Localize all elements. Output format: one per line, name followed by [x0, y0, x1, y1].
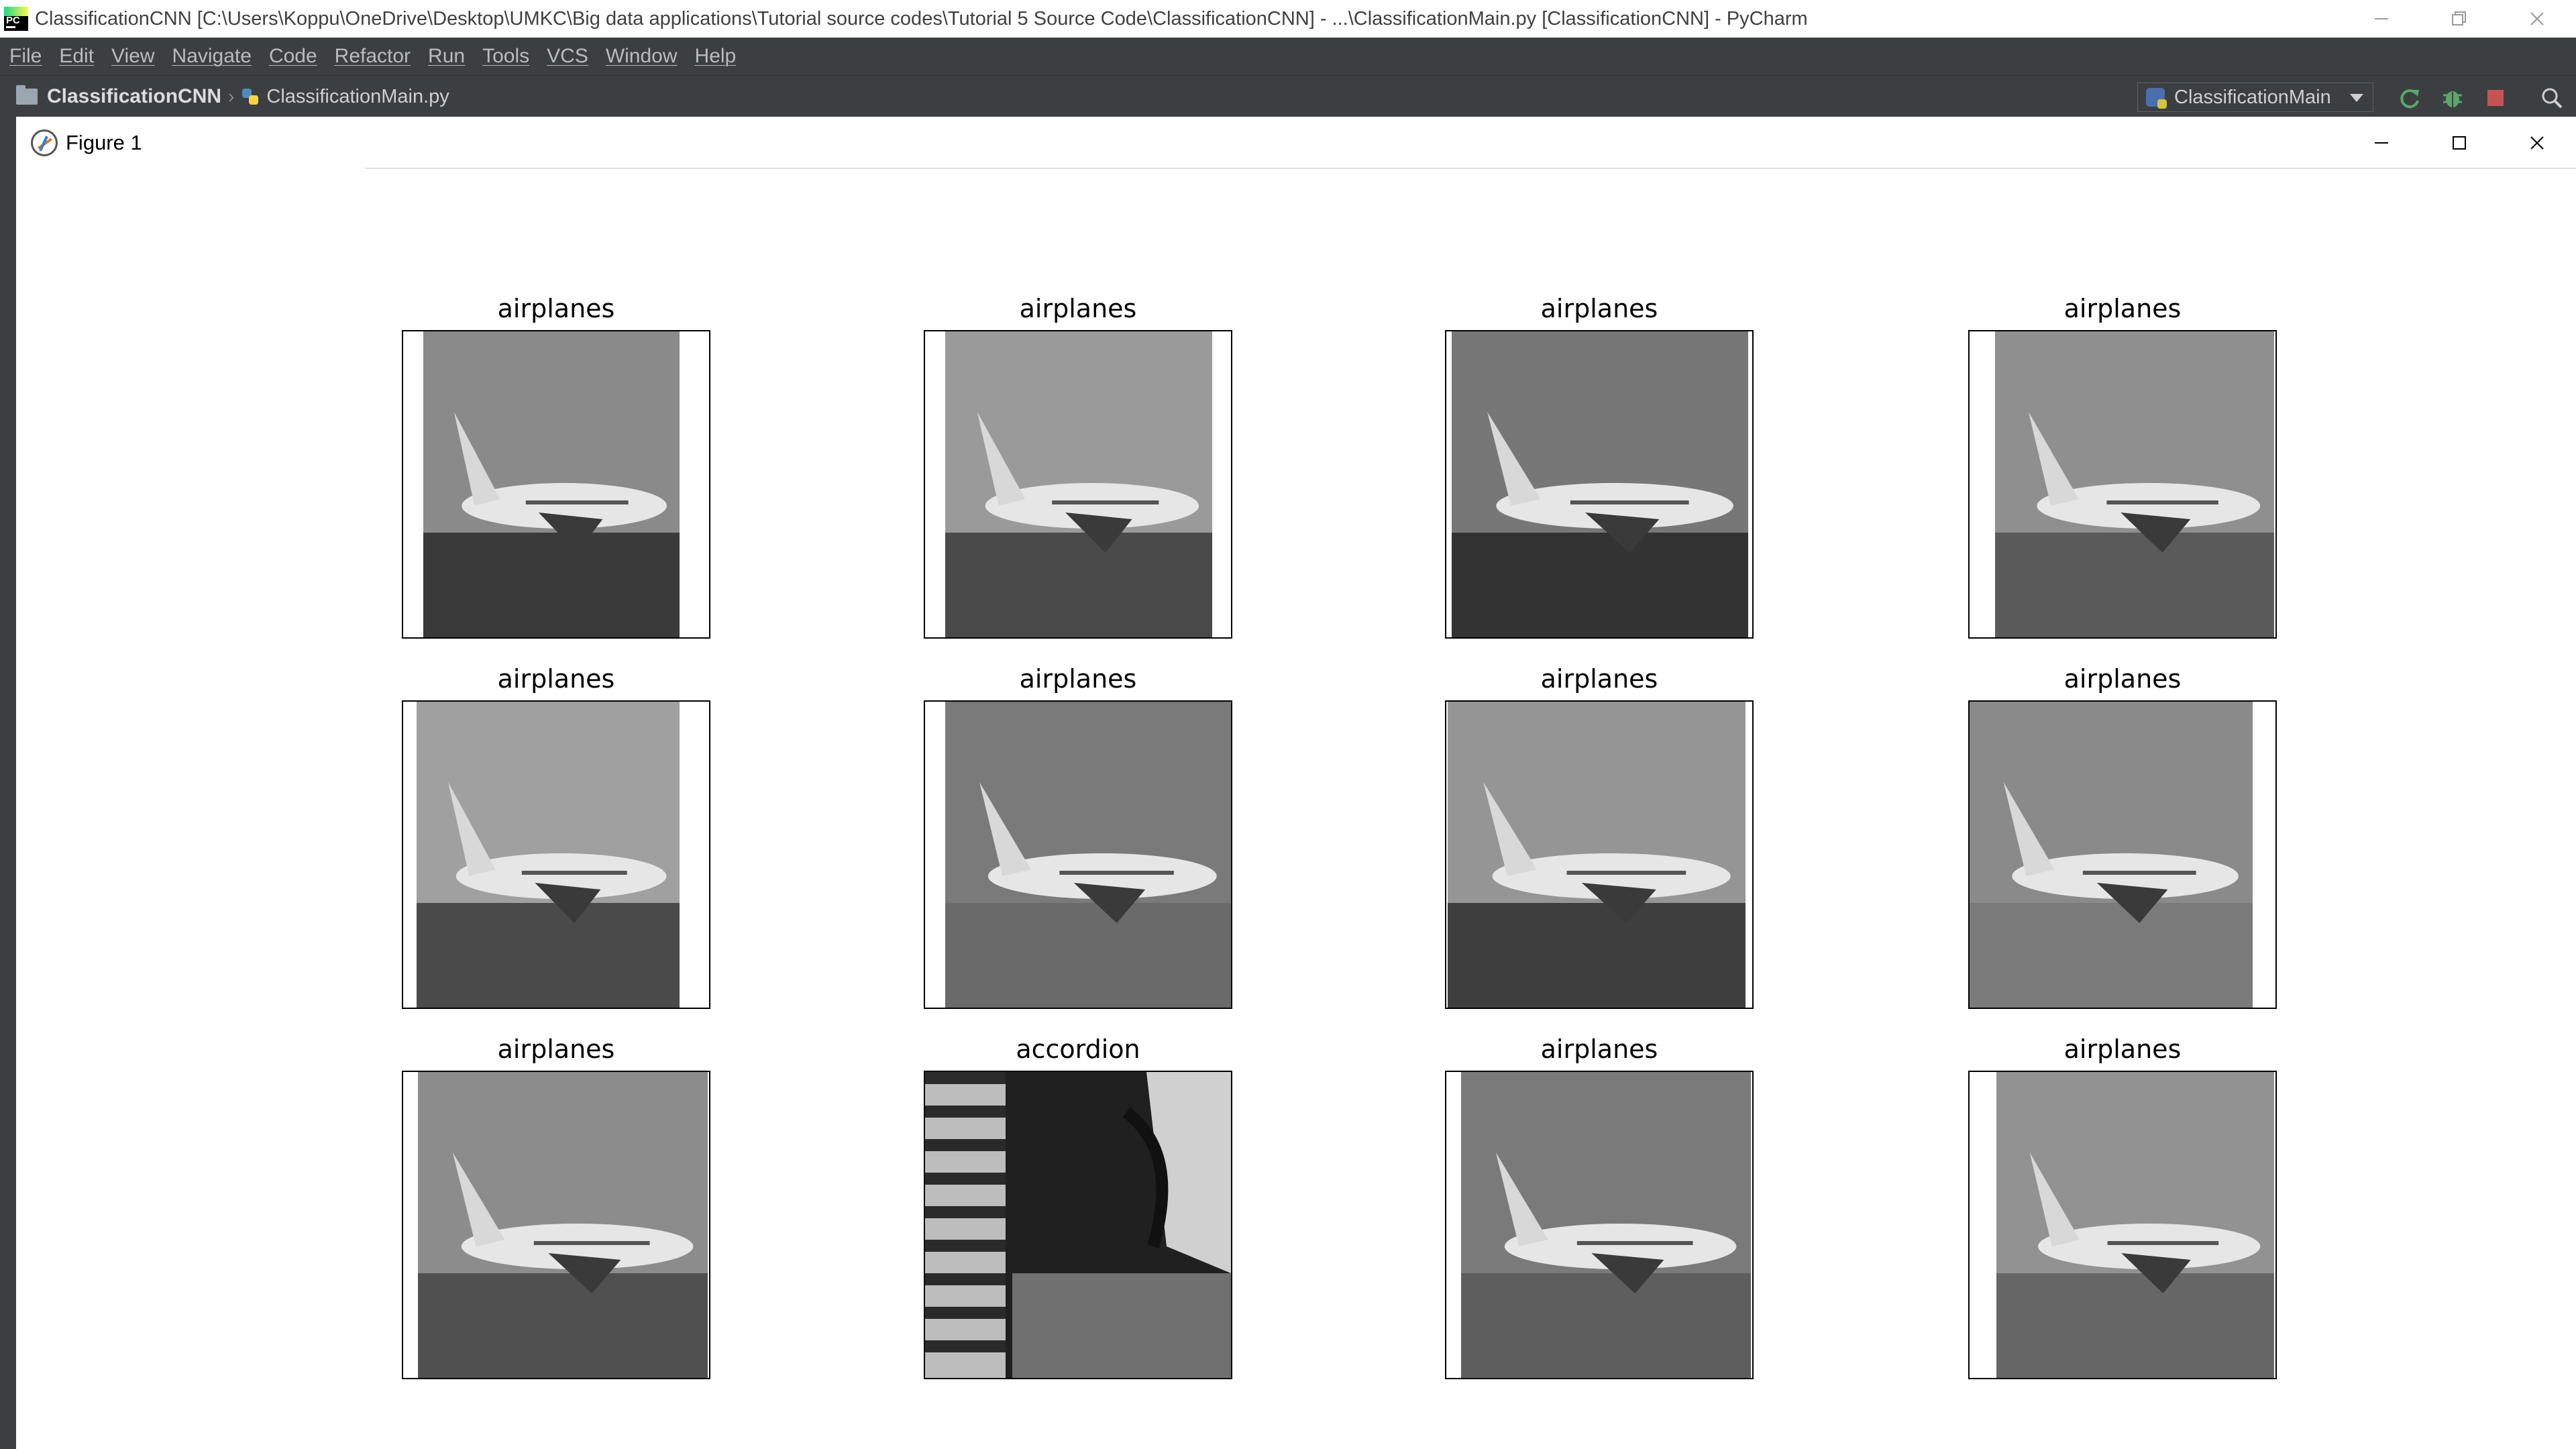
photo-placeholder: [925, 1072, 1231, 1378]
photo-placeholder: [1970, 331, 2275, 637]
matplotlib-icon: [31, 129, 58, 156]
breadcrumb-project[interactable]: ClassificationCNN: [47, 85, 221, 108]
photo-placeholder: [403, 702, 709, 1008]
run-configuration-label: ClassificationMain: [2174, 86, 2331, 108]
photo-placeholder: [1446, 702, 1752, 1008]
subplot-image: [1445, 700, 1754, 1009]
menu-view[interactable]: View: [111, 45, 154, 68]
maximize-icon: [2453, 136, 2466, 150]
menu-bar: File Edit View Navigate Code Refactor Ru…: [0, 38, 2576, 75]
minimize-icon: [2375, 142, 2388, 144]
subplot-image: [1445, 1071, 1754, 1379]
run-configuration-select[interactable]: ClassificationMain: [2137, 83, 2373, 112]
ide-title-bar: PC ClassificationCNN [C:\Users\Koppu\One…: [0, 0, 2576, 38]
subplot-image: [1968, 700, 2277, 1009]
figure-title-bar: Figure 1: [16, 117, 2576, 169]
subplot-image: [924, 1071, 1232, 1379]
photo-placeholder: [403, 1072, 709, 1378]
subplot-image: [1968, 1071, 2277, 1379]
subplot-title: airplanes: [1019, 664, 1137, 694]
subplot-title: airplanes: [1540, 294, 1658, 323]
photo-placeholder: [403, 331, 709, 637]
subplot-image: [924, 330, 1232, 639]
menu-code[interactable]: Code: [269, 45, 317, 68]
search-icon: [2542, 88, 2563, 109]
navigation-bar: ClassificationCNN › ClassificationMain.p…: [0, 75, 2576, 117]
folder-icon: [16, 85, 38, 105]
subplot-image: [402, 330, 710, 639]
restore-icon: [2452, 11, 2466, 25]
menu-window[interactable]: Window: [606, 45, 678, 68]
window-title: ClassificationCNN [C:\Users\Koppu\OneDri…: [35, 7, 1808, 30]
menu-refactor[interactable]: Refactor: [335, 45, 411, 68]
menu-edit[interactable]: Edit: [59, 45, 94, 68]
bug-icon: [2443, 91, 2462, 107]
pycharm-logo-icon: PC: [4, 7, 28, 31]
stop-icon: [2487, 90, 2504, 106]
close-button[interactable]: [2498, 0, 2576, 38]
breadcrumb-separator-icon: ›: [228, 86, 235, 107]
subplot-image: [402, 1071, 710, 1379]
photo-placeholder: [925, 331, 1231, 637]
rerun-icon: [2400, 89, 2419, 109]
subplot-image: [1968, 330, 2277, 639]
subplot-title: accordion: [1016, 1034, 1140, 1064]
figure-close-button[interactable]: [2498, 117, 2576, 169]
subplot-title: airplanes: [1019, 294, 1137, 323]
figure-maximize-button[interactable]: [2420, 117, 2498, 169]
figure-window: Figure 1 airplanes airplanes airplanes a…: [16, 117, 2576, 1449]
photo-placeholder: [1970, 1072, 2275, 1378]
menu-vcs[interactable]: VCS: [547, 45, 588, 68]
subplot-title: airplanes: [497, 1034, 615, 1064]
subplot-image: [924, 700, 1232, 1009]
minimize-icon: [2375, 18, 2388, 19]
minimize-button[interactable]: [2343, 0, 2420, 38]
figure-divider: [365, 168, 2576, 169]
menu-file[interactable]: File: [9, 45, 42, 68]
close-icon: [2530, 12, 2544, 25]
menu-navigate[interactable]: Navigate: [172, 45, 252, 68]
subplot-title: airplanes: [1540, 1034, 1658, 1064]
rerun-button[interactable]: [2396, 85, 2423, 111]
menu-run[interactable]: Run: [428, 45, 465, 68]
subplot-title: airplanes: [497, 664, 615, 694]
menu-help[interactable]: Help: [695, 45, 737, 68]
subplot-title: airplanes: [2063, 1034, 2182, 1064]
subplot-title: airplanes: [1540, 664, 1658, 694]
dropdown-arrow-icon: [2350, 94, 2363, 102]
stop-button[interactable]: [2482, 85, 2509, 111]
breadcrumb-file[interactable]: ClassificationMain.py: [266, 86, 449, 108]
subplot-title: airplanes: [497, 294, 615, 323]
python-file-icon: [241, 87, 260, 106]
subplot-image: [402, 700, 710, 1009]
close-icon: [2530, 136, 2544, 150]
photo-placeholder: [925, 702, 1231, 1008]
photo-placeholder: [1446, 331, 1752, 637]
subplot-title: airplanes: [2063, 294, 2182, 323]
figure-minimize-button[interactable]: [2343, 117, 2420, 169]
subplot-image: [1445, 330, 1754, 639]
figure-title: Figure 1: [66, 131, 142, 154]
photo-placeholder: [1446, 1072, 1752, 1378]
menu-tools[interactable]: Tools: [482, 45, 529, 68]
left-tool-strip: [0, 117, 16, 1449]
photo-placeholder: [1970, 702, 2275, 1008]
subplot-title: airplanes: [2063, 664, 2182, 694]
restore-button[interactable]: [2420, 0, 2498, 38]
debug-button[interactable]: [2439, 85, 2466, 111]
python-config-icon: [2146, 88, 2167, 109]
search-everywhere-button[interactable]: [2538, 85, 2565, 111]
